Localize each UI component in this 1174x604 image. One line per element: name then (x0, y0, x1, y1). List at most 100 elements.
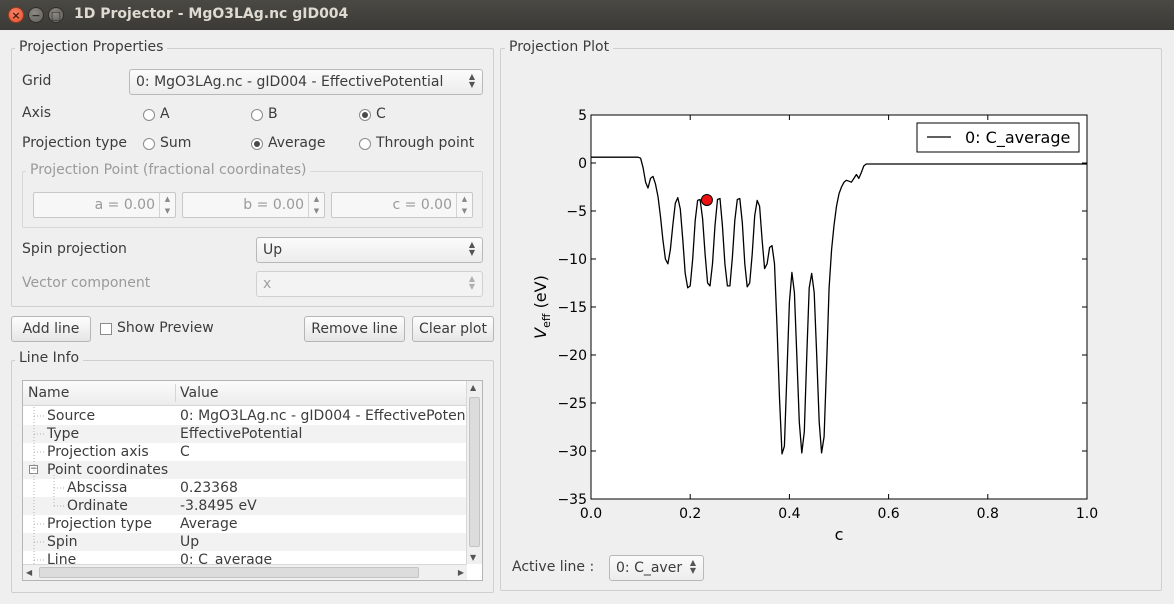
legend-entry: 0: C_average (965, 128, 1070, 148)
y-tick-label: 0 (578, 156, 587, 172)
remove-line-button[interactable]: Remove line (304, 316, 405, 342)
table-row[interactable]: Line 0: C_average (23, 551, 467, 564)
x-tick-label: 0.2 (679, 506, 701, 522)
spin-projection-label: Spin projection (22, 241, 127, 257)
table-row[interactable]: Projection axis C (23, 443, 467, 461)
y-tick-label: −5 (566, 204, 587, 220)
scroll-up-icon[interactable]: ▲ (470, 383, 476, 392)
projection-properties-title: Projection Properties (15, 39, 168, 55)
x-tick-label: 0.0 (580, 506, 602, 522)
y-tick-label: 5 (578, 108, 587, 124)
active-point-marker (700, 193, 713, 206)
projection-type-average-label: Average (268, 135, 326, 151)
scroll-left-icon[interactable]: ◀ (26, 568, 32, 577)
chevron-updown-icon: ▲ ▼ (468, 72, 476, 89)
grid-label: Grid (22, 73, 52, 89)
column-divider (175, 384, 176, 402)
radio-indicator (359, 138, 371, 150)
point-b-spinbox[interactable]: b = 0.00 ▲ ▼ (182, 192, 325, 218)
scroll-right-icon[interactable]: ▶ (458, 568, 464, 577)
x-tick-label: 0.6 (877, 506, 899, 522)
plot-area (590, 114, 1088, 500)
y-tick-label: −15 (557, 300, 587, 316)
add-line-button[interactable]: Add line (11, 316, 91, 342)
projection-type-through-point-label: Through point (376, 135, 475, 151)
x-tick-label: 0.4 (778, 506, 800, 522)
row-value: Average (180, 516, 238, 532)
row-value: EffectivePotential (180, 426, 303, 442)
radio-indicator (143, 138, 155, 150)
close-icon: × (11, 9, 21, 22)
radio-indicator (251, 109, 263, 121)
spin-arrows-icon[interactable]: ▲ ▼ (308, 193, 324, 217)
point-a-value: a = 0.00 (94, 197, 155, 213)
radio-indicator (143, 109, 155, 121)
table-row[interactable]: Projection type Average (23, 515, 467, 533)
active-line-label: Active line : (512, 559, 595, 575)
spin-arrows-icon[interactable]: ▲ ▼ (456, 193, 472, 217)
table-row[interactable]: Abscissa 0.23368 (23, 479, 467, 497)
point-c-value: c = 0.00 (392, 197, 453, 213)
chevron-updown-icon: ▲ ▼ (468, 274, 476, 291)
maximize-icon: □ (50, 9, 62, 22)
maximize-window-button[interactable]: □ (48, 7, 64, 23)
table-row[interactable]: Source 0: MgO3LAg.nc - gID004 - Effectiv… (23, 407, 467, 425)
scroll-thumb[interactable] (469, 397, 480, 547)
x-tick-label: 1.0 (1076, 506, 1098, 522)
y-axis-label: Veff (eV) (531, 275, 553, 339)
radio-indicator-selected (251, 138, 263, 150)
show-preview-checkbox[interactable] (100, 323, 112, 335)
table-row[interactable]: Spin Up (23, 533, 467, 551)
vertical-scrollbar[interactable]: ▲ ▼ (466, 381, 482, 564)
spin-projection-select[interactable]: Up ▲ ▼ (256, 237, 483, 263)
spin-arrows-icon[interactable]: ▲ ▼ (159, 193, 175, 217)
table-row[interactable]: − Point coordinates (23, 461, 467, 479)
clear-plot-button[interactable]: Clear plot (412, 316, 494, 342)
axis-label: Axis (22, 105, 52, 121)
title-bar: × − □ 1D Projector - MgO3LAg.nc gID004 (0, 0, 1174, 30)
grid-select[interactable]: 0: MgO3LAg.nc - gID004 - EffectivePotent… (129, 69, 483, 95)
active-line-select[interactable]: 0: C_aver ▲ ▼ (609, 555, 704, 581)
horizontal-scrollbar[interactable]: ◀ ▶ (23, 564, 467, 580)
vector-component-select[interactable]: x ▲ ▼ (256, 271, 483, 297)
projection-plot-chart[interactable]: 50−5−10−15−20−25−30−350.0 0.2 0.4 0.6 0.8 1.0… (510, 95, 1155, 545)
y-tick-label: −10 (557, 252, 587, 268)
line-info-tree[interactable]: Name Value Source 0: MgO3LAg.nc - gID004… (22, 380, 483, 581)
projection-type-sum-label: Sum (160, 135, 192, 151)
x-tick-label: 0.8 (977, 506, 999, 522)
y-tick-label: −25 (557, 396, 587, 412)
point-a-spinbox[interactable]: a = 0.00 ▲ ▼ (33, 192, 176, 218)
grid-select-value: 0: MgO3LAg.nc - gID004 - EffectivePotent… (136, 74, 444, 90)
point-c-spinbox[interactable]: c = 0.00 ▲ ▼ (331, 192, 473, 218)
y-tick-label: −20 (557, 348, 587, 364)
legend: 0: C_average (916, 122, 1080, 153)
chevron-updown-icon: ▲ ▼ (689, 558, 697, 575)
y-tick-label: −30 (557, 444, 587, 460)
projection-point-title: Projection Point (fractional coordinates… (26, 162, 311, 178)
chevron-updown-icon: ▲ ▼ (468, 240, 476, 257)
show-preview-label[interactable]: Show Preview (117, 320, 214, 336)
column-header-value[interactable]: Value (180, 385, 218, 401)
scroll-down-icon[interactable]: ▼ (470, 553, 476, 562)
axis-radio-b-label: B (268, 106, 278, 122)
vector-component-label: Vector component (22, 275, 151, 291)
table-row[interactable]: Ordinate -3.8495 eV (23, 497, 467, 515)
close-window-button[interactable]: × (8, 7, 24, 23)
minimize-window-button[interactable]: − (28, 7, 44, 23)
tree-header: Name Value (23, 381, 467, 406)
row-value: 0: C_average (180, 552, 273, 564)
row-value: C (180, 444, 190, 460)
projection-plot-title: Projection Plot (505, 39, 614, 55)
minimize-icon: − (31, 9, 41, 22)
scroll-thumb[interactable] (39, 567, 419, 578)
vector-component-value: x (263, 276, 272, 292)
row-value: 0: MgO3LAg.nc - gID004 - EffectivePotent… (180, 408, 467, 424)
table-row[interactable]: Type EffectivePotential (23, 425, 467, 443)
axis-radio-a-label: A (160, 106, 170, 122)
x-axis-label: c (835, 525, 844, 544)
radio-indicator-selected (359, 109, 371, 121)
active-line-value: 0: C_aver (616, 560, 683, 576)
point-b-value: b = 0.00 (243, 197, 304, 213)
row-value: Up (180, 534, 200, 550)
window-title: 1D Projector - MgO3LAg.nc gID004 (74, 6, 349, 22)
